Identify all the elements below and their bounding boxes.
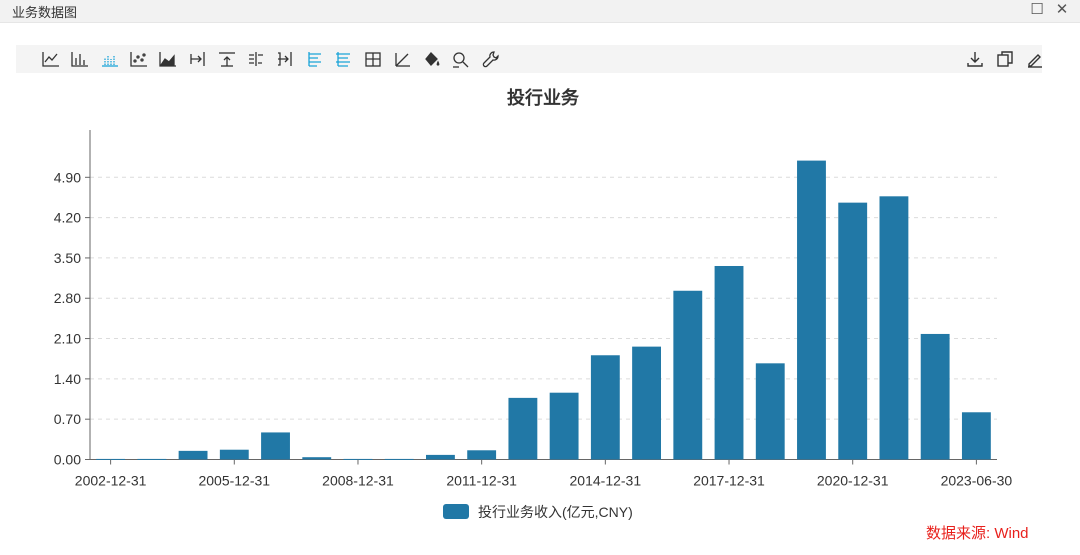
- legend-swatch: [443, 504, 469, 519]
- chart-title: 投行业务: [507, 87, 580, 108]
- x-tick-label: 2017-12-31: [693, 473, 765, 489]
- chart: 投行业务 0.00 0.70 1.40 2.10 2.80 3.50 4.20 4.90 2002…: [54, 87, 1013, 520]
- x-tick-label: 2023-06-30: [941, 473, 1013, 489]
- x-tick-label: 2005-12-31: [198, 473, 270, 489]
- x-tick-label: 2008-12-31: [322, 473, 394, 489]
- x-tick-label: 2020-12-31: [817, 473, 889, 489]
- bar: [920, 333, 950, 460]
- bar: [549, 392, 579, 460]
- bar: [632, 346, 661, 460]
- y-tick-label: 2.10: [54, 331, 81, 347]
- bar: [178, 450, 208, 460]
- legend-label: 投行业务收入(亿元,CNY): [478, 504, 633, 520]
- bar: [302, 457, 332, 460]
- bar: [755, 363, 785, 460]
- bar: [467, 450, 497, 460]
- y-tick-label: 1.40: [54, 371, 81, 387]
- x-tick-label: 2011-12-31: [446, 473, 517, 489]
- bar: [961, 412, 991, 460]
- bar: [426, 454, 455, 460]
- y-tick-label: 0.70: [54, 411, 81, 427]
- y-tick-label: 3.50: [54, 250, 81, 266]
- y-tick-label: 2.80: [54, 290, 81, 306]
- bar: [590, 355, 620, 460]
- x-tick-label: 2014-12-31: [570, 473, 642, 489]
- bar: [219, 449, 249, 460]
- y-tick-label: 0.00: [54, 452, 81, 468]
- bar: [838, 202, 868, 460]
- bar: [797, 160, 826, 460]
- x-tick-label: 2002-12-31: [75, 473, 147, 489]
- bar: [673, 290, 703, 460]
- bar: [879, 196, 909, 460]
- data-source-note: 数据来源: Wind: [926, 525, 1029, 542]
- bar: [261, 432, 290, 460]
- bar: [384, 458, 414, 460]
- bar: [137, 458, 167, 460]
- y-tick-label: 4.90: [54, 169, 81, 185]
- bar: [508, 397, 538, 460]
- bar: [714, 265, 744, 460]
- y-tick-label: 4.20: [54, 210, 81, 226]
